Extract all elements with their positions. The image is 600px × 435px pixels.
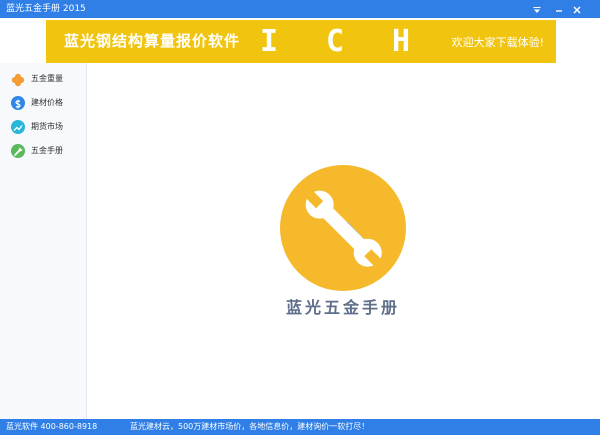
tools-icon [280, 165, 406, 291]
dollar-icon [11, 96, 25, 110]
title-bar: 蓝光五金手册 2015 [0, 0, 600, 18]
window-title: 蓝光五金手册 2015 [6, 4, 86, 14]
sidebar-item-label: 五金手册 [31, 146, 63, 155]
menu-button[interactable] [528, 0, 546, 18]
sidebar-item-hardware-weight[interactable]: 五金重量 [0, 67, 86, 91]
main-content: 蓝光五金手册 [87, 63, 600, 419]
sidebar-item-hardware-manual[interactable]: 五金手册 [0, 139, 86, 163]
banner-welcome: 欢迎大家下载体验! [451, 36, 544, 49]
banner-logo-letters: I C H [260, 22, 410, 61]
promo-banner[interactable]: 蓝光钢结构算量报价软件 I C H 欢迎大家下载体验! [46, 20, 556, 63]
wrench-icon [11, 144, 25, 158]
sidebar-item-material-price[interactable]: 建材价格 [0, 91, 86, 115]
banner-letter-h: H [391, 23, 410, 59]
sidebar-item-futures-market[interactable]: 期货市场 [0, 115, 86, 139]
banner-letter-c: C [325, 23, 345, 59]
sidebar-item-label: 建材价格 [31, 98, 63, 107]
close-icon [572, 0, 582, 19]
logo-name: 蓝光五金手册 [285, 298, 400, 317]
trend-icon [11, 120, 25, 134]
banner-title: 蓝光钢结构算量报价软件 [64, 32, 241, 50]
sidebar-item-label: 期货市场 [31, 122, 63, 131]
clover-icon [11, 72, 25, 87]
minimize-icon [554, 0, 564, 19]
menu-icon [532, 0, 542, 19]
minimize-button[interactable] [550, 0, 568, 18]
status-bar: 蓝光软件 400-860-8918 蓝光建材云，500万建材市场价，各地信息价，… [0, 419, 600, 435]
status-message[interactable]: 蓝光建材云，500万建材市场价，各地信息价，建材询价一软打尽！ [130, 422, 369, 432]
sidebar: 五金重量 建材价格 期货市场 五金手册 [0, 63, 87, 419]
sidebar-item-label: 五金重量 [31, 74, 63, 83]
close-button[interactable] [568, 0, 586, 18]
status-contact: 蓝光软件 400-860-8918 [6, 422, 98, 431]
banner-letter-i: I [260, 23, 279, 59]
